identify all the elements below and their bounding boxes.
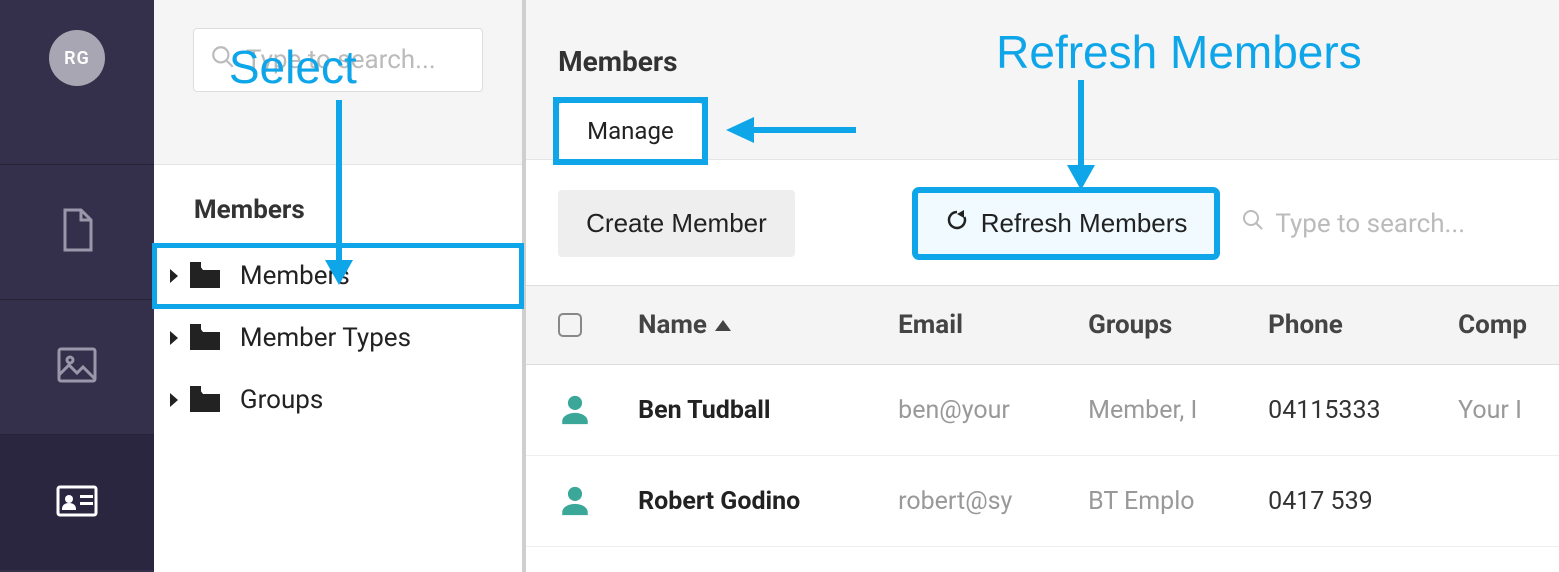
nav-rail: RG — [0, 0, 154, 572]
refresh-members-button[interactable]: Refresh Members — [915, 190, 1218, 257]
refresh-button-label: Refresh Members — [981, 208, 1188, 239]
search-icon — [210, 44, 246, 77]
file-icon — [53, 206, 101, 258]
tab-label: Manage — [587, 117, 674, 145]
folder-icon — [188, 386, 222, 414]
person-icon — [558, 393, 638, 427]
column-header-email[interactable]: Email — [898, 310, 1088, 340]
toolbar-search-input[interactable]: Type to search... — [1241, 208, 1527, 239]
folder-icon — [188, 324, 222, 352]
user-avatar[interactable]: RG — [49, 30, 105, 86]
sidebar-item-label: Groups — [240, 385, 323, 415]
refresh-icon — [945, 208, 969, 239]
cell-name: Robert Godino — [638, 487, 898, 516]
sort-asc-icon — [715, 320, 731, 331]
sidebar-item-member-types[interactable]: Member Types — [154, 307, 522, 369]
nav-members[interactable] — [0, 435, 154, 570]
cell-phone: 0417 539 — [1268, 487, 1458, 516]
sidebar-search-placeholder: Type to search... — [246, 45, 436, 75]
column-header-phone[interactable]: Phone — [1268, 310, 1458, 340]
person-icon — [558, 484, 638, 518]
column-header-name[interactable]: Name — [638, 310, 898, 340]
table-row[interactable]: Robert Godino robert@sy BT Emplo 0417 53… — [526, 456, 1559, 547]
page-title: Members — [558, 45, 1527, 78]
toolbar-search-placeholder: Type to search... — [1275, 209, 1465, 239]
main-panel: Members Manage Create Member Refresh Mem… — [526, 0, 1559, 572]
search-icon — [1241, 208, 1265, 239]
sidebar-section-title: Members — [154, 165, 522, 245]
column-header-company[interactable]: Comp — [1458, 310, 1527, 340]
id-card-icon — [53, 477, 101, 529]
nav-media[interactable] — [0, 300, 154, 435]
sidebar: Type to search... Members Members Member… — [154, 0, 526, 572]
sidebar-item-groups[interactable]: Groups — [154, 369, 522, 431]
caret-right-icon — [170, 269, 178, 283]
column-header-groups[interactable]: Groups — [1088, 310, 1268, 340]
cell-email: robert@sy — [898, 487, 1088, 516]
sidebar-item-label: Member Types — [240, 323, 411, 353]
table-header-row: Name Email Groups Phone Comp — [526, 286, 1559, 365]
sidebar-search-input[interactable]: Type to search... — [193, 28, 483, 92]
caret-right-icon — [170, 331, 178, 345]
cell-groups: BT Emplo — [1088, 487, 1268, 516]
create-member-button[interactable]: Create Member — [558, 190, 795, 257]
table-row[interactable]: Ben Tudball ben@your Member, I 04115333 … — [526, 365, 1559, 456]
sidebar-item-label: Members — [240, 261, 350, 291]
caret-right-icon — [170, 393, 178, 407]
tab-manage[interactable]: Manage — [558, 102, 703, 159]
cell-groups: Member, I — [1088, 396, 1268, 425]
cell-name: Ben Tudball — [638, 396, 898, 425]
avatar-cell: RG — [0, 0, 154, 165]
image-icon — [53, 341, 101, 393]
folder-icon — [188, 262, 222, 290]
cell-company: Your I — [1458, 396, 1527, 425]
sidebar-item-members[interactable]: Members — [154, 245, 522, 307]
nav-content[interactable] — [0, 165, 154, 300]
cell-phone: 04115333 — [1268, 396, 1458, 425]
members-table: Name Email Groups Phone Comp Ben Tudball… — [526, 285, 1559, 547]
select-all-checkbox[interactable] — [558, 313, 582, 337]
column-header-label: Name — [638, 310, 707, 340]
cell-email: ben@your — [898, 396, 1088, 425]
